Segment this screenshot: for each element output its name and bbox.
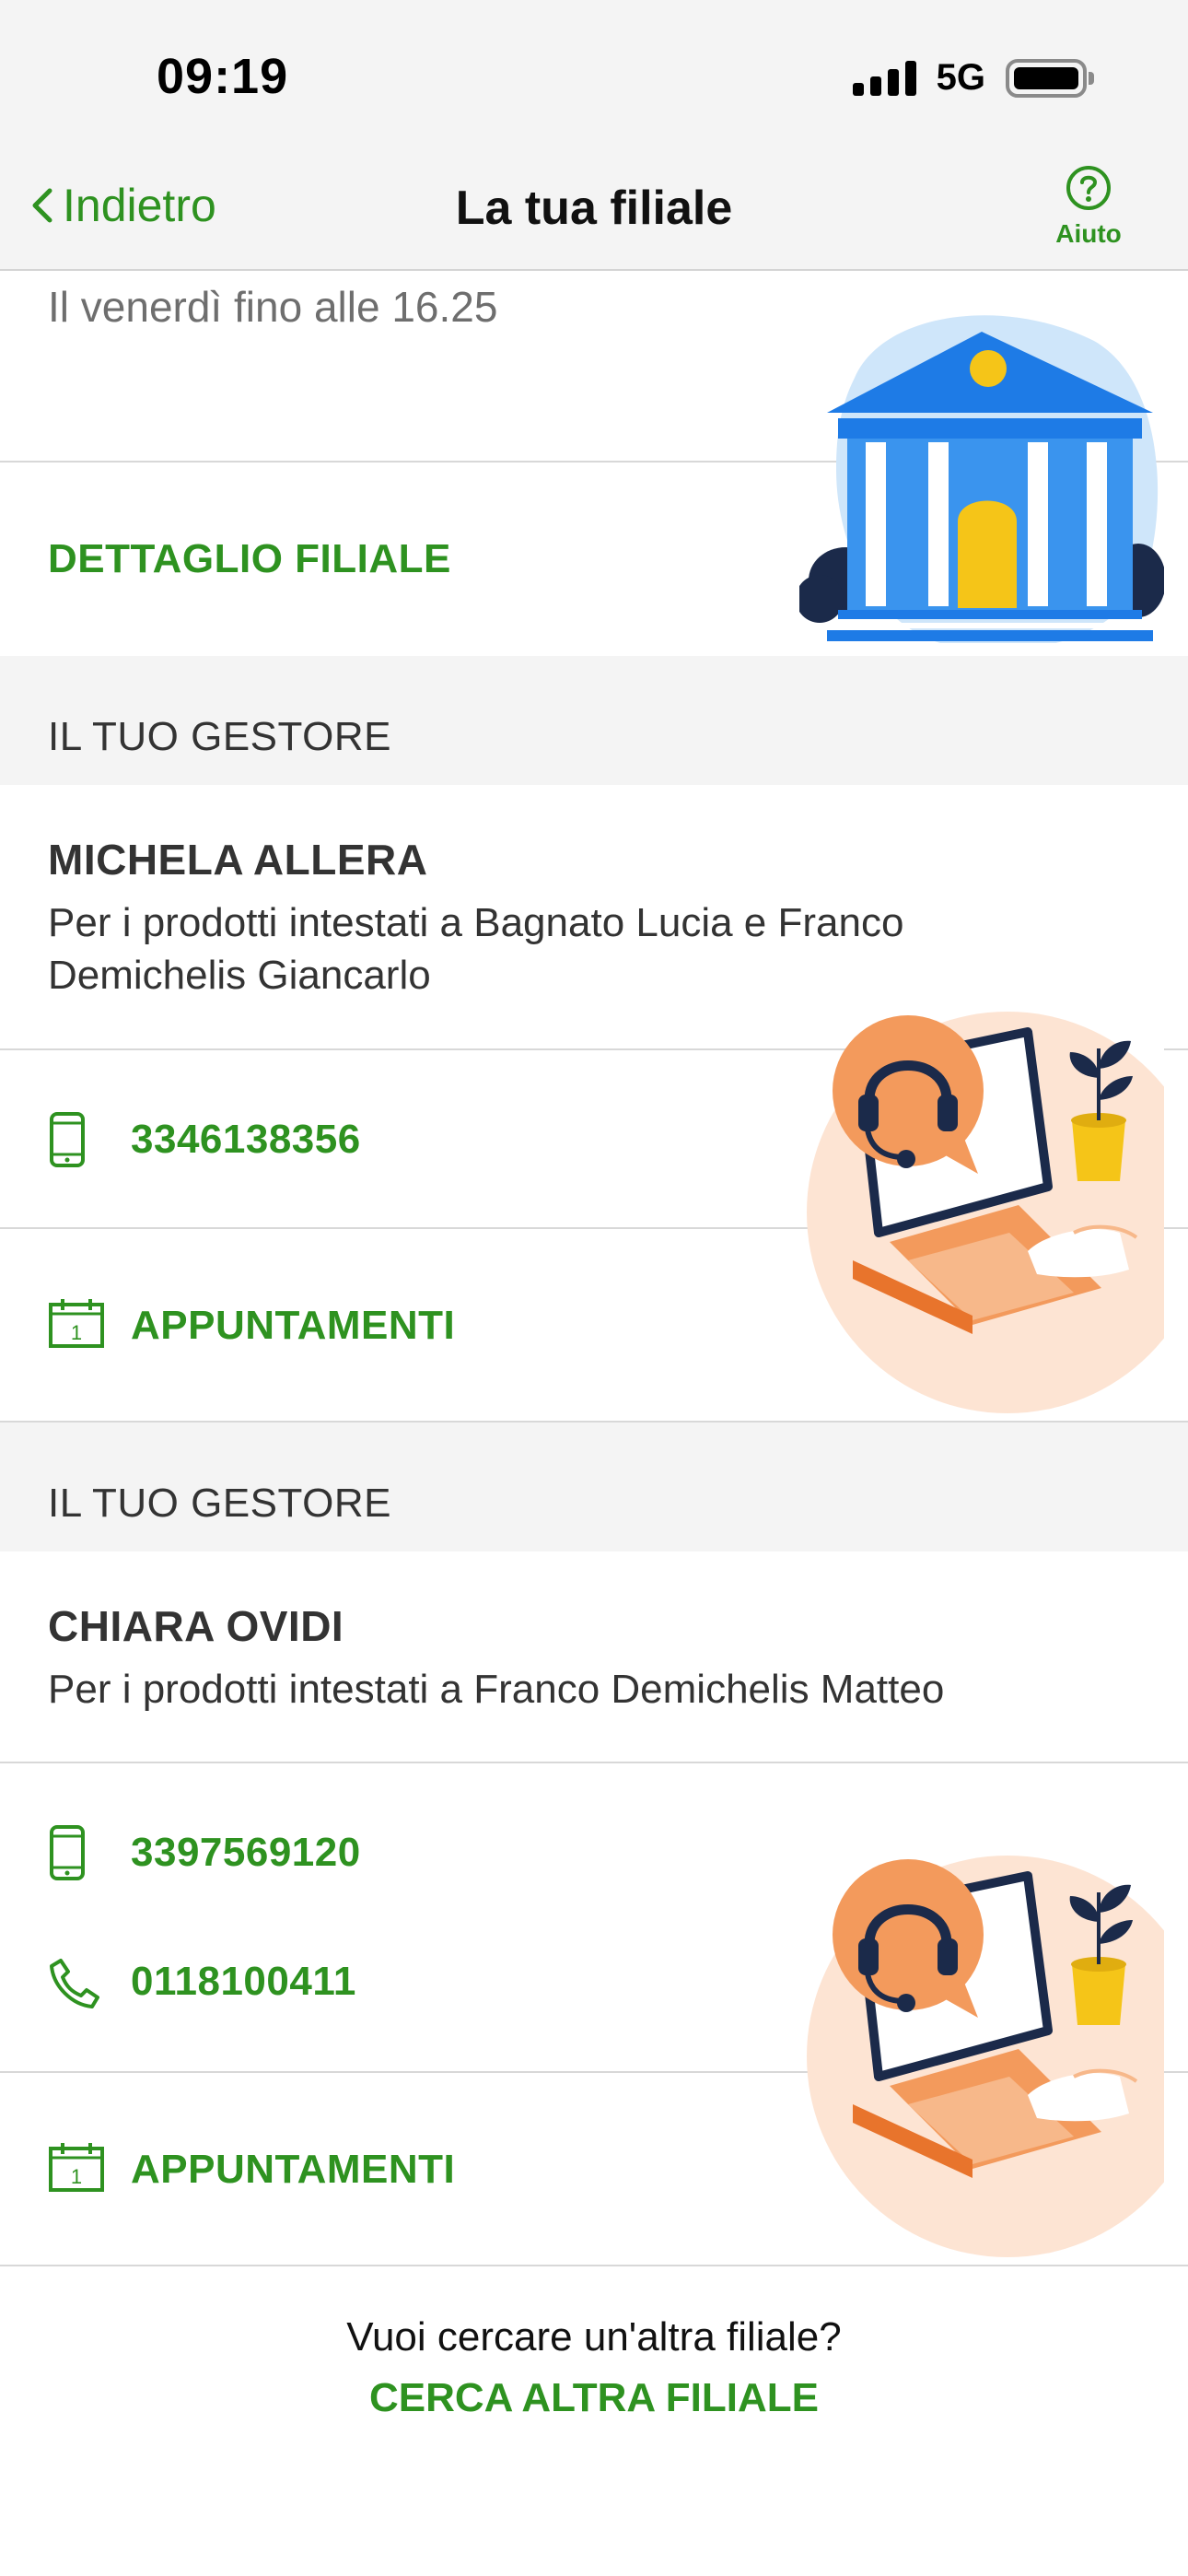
status-indicators: 5G xyxy=(852,57,1094,99)
branch-detail-link[interactable]: DETTAGLIO FILIALE xyxy=(48,536,451,582)
manager-description-line: Per i prodotti intestati a Bagnato Lucia… xyxy=(48,900,904,945)
manager-name: MICHELA ALLERA xyxy=(48,836,428,884)
help-label: Aiuto xyxy=(1055,219,1122,248)
status-time: 09:19 xyxy=(157,49,289,104)
status-bar: 09:19 5G xyxy=(0,0,1188,157)
page-title: La tua filiale xyxy=(455,181,733,235)
help-icon xyxy=(1066,166,1111,210)
mobile-number-link[interactable]: 3397569120 xyxy=(131,1830,361,1876)
calendar-icon: 1 xyxy=(49,2143,104,2192)
manager-description-line: Demichelis Giancarlo xyxy=(48,953,431,998)
support-agent-illustration xyxy=(807,1012,1164,1419)
battery-icon xyxy=(1006,58,1094,98)
phone-number-link[interactable]: 0118100411 xyxy=(131,1959,356,2005)
manager-description: Per i prodotti intestati a Bagnato Lucia… xyxy=(48,896,903,1001)
divider xyxy=(0,1762,1188,1763)
signal-icon xyxy=(852,60,916,96)
mobile-phone-icon xyxy=(50,1825,85,1880)
svg-text:1: 1 xyxy=(71,2165,82,2188)
manager-description: Per i prodotti intestati a Franco Demich… xyxy=(48,1667,945,1712)
mobile-phone-icon xyxy=(50,1112,85,1167)
network-label: 5G xyxy=(936,57,985,98)
divider xyxy=(0,2265,1188,2266)
bank-building-illustration xyxy=(799,315,1164,650)
search-other-branch-question: Vuoi cercare un'altra filiale? xyxy=(346,2314,842,2359)
calendar-icon: 1 xyxy=(49,1299,104,1348)
help-button[interactable]: Aiuto xyxy=(1033,164,1144,249)
navigation-bar: Indietro La tua filiale Aiuto xyxy=(0,157,1188,271)
manager-name: CHIARA OVIDI xyxy=(48,1602,344,1650)
appointments-link[interactable]: APPUNTAMENTI xyxy=(131,2147,455,2193)
appointments-link[interactable]: APPUNTAMENTI xyxy=(131,1303,455,1349)
branch-hours: Il venerdì fino alle 16.25 xyxy=(48,283,498,331)
manager-section-title: IL TUO GESTORE xyxy=(48,1481,391,1526)
svg-text:1: 1 xyxy=(71,1321,82,1344)
manager-section-title: IL TUO GESTORE xyxy=(48,714,391,759)
phone-icon xyxy=(50,1959,99,2008)
mobile-number-link[interactable]: 3346138356 xyxy=(131,1117,361,1163)
support-agent-illustration xyxy=(807,1856,1164,2263)
search-other-branch-link[interactable]: CERCA ALTRA FILIALE xyxy=(0,2375,1188,2421)
